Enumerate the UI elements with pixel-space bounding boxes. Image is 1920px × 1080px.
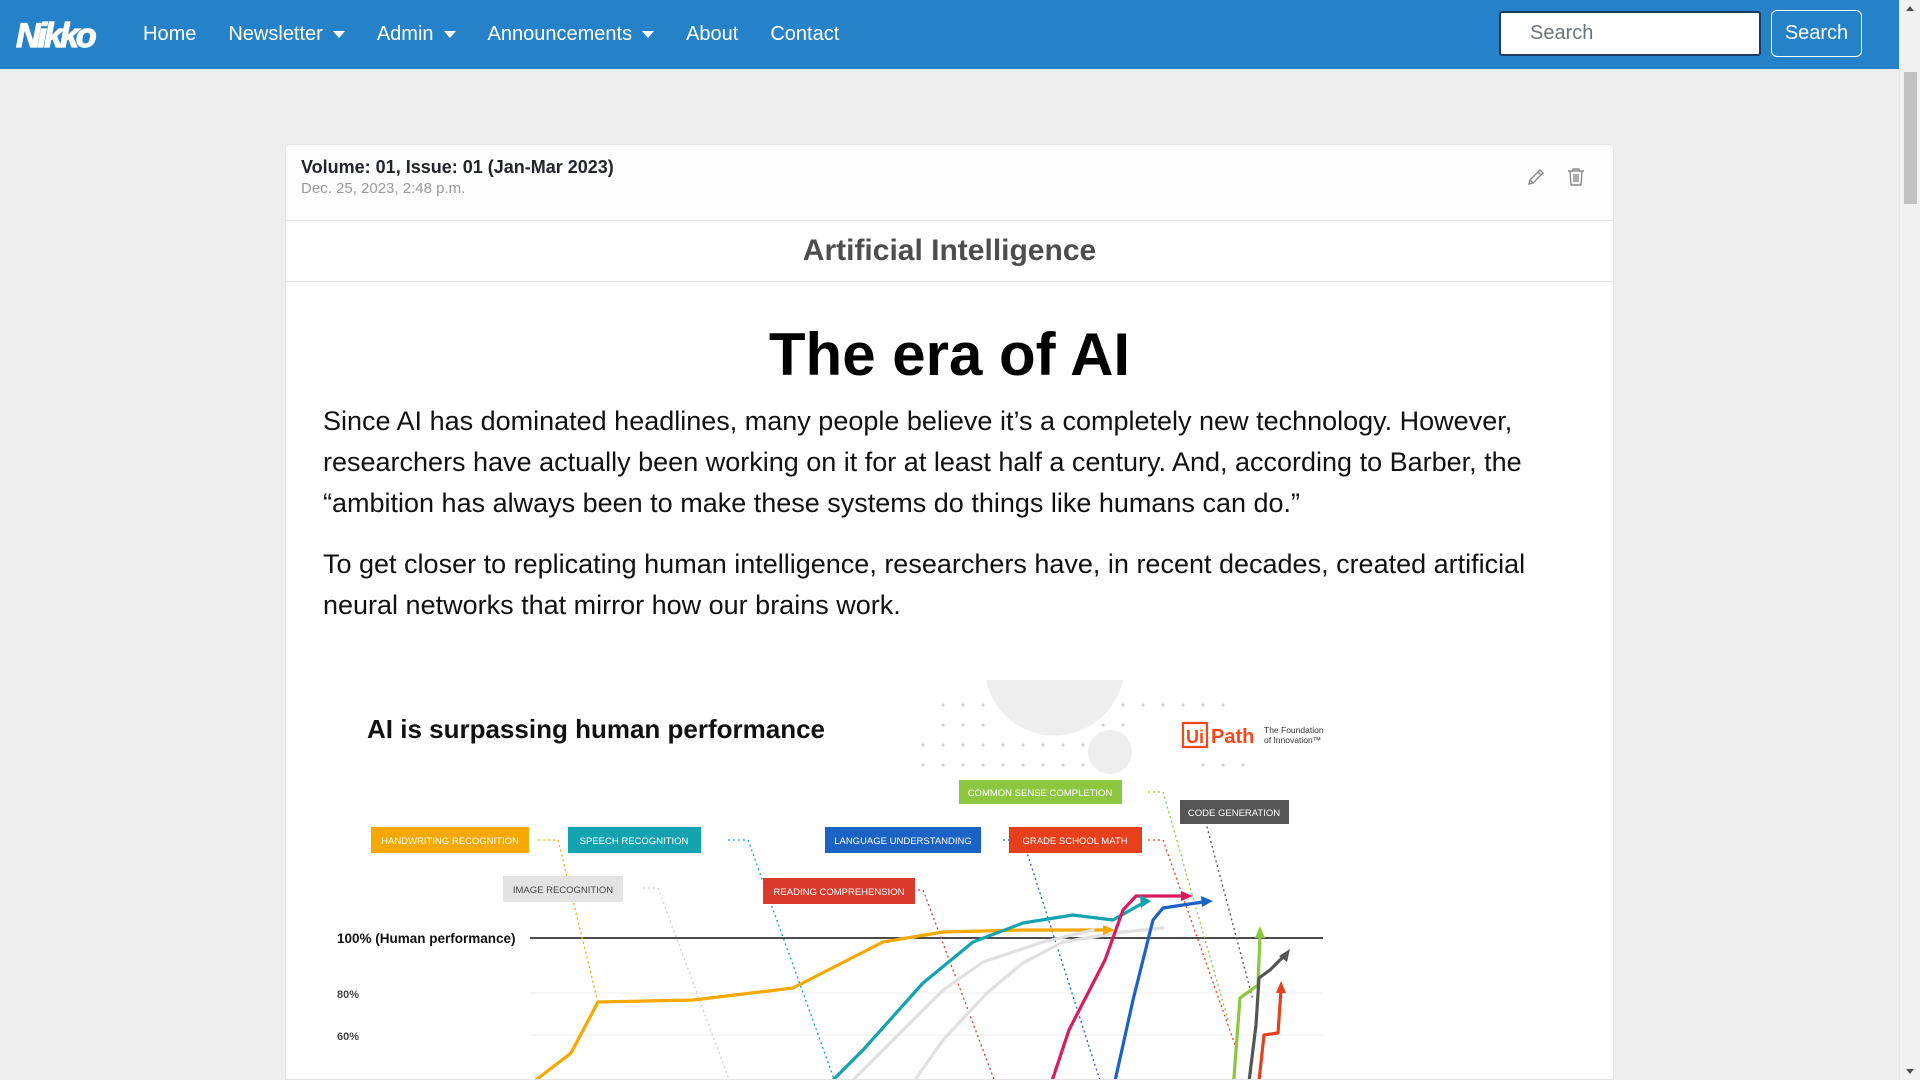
infographic-title: AI is surpassing human performance bbox=[367, 714, 825, 744]
article-body: The era of AI Since AI has dominated hea… bbox=[286, 325, 1613, 626]
search-form: Search bbox=[1499, 10, 1862, 57]
nav-admin-label[interactable]: Admin bbox=[377, 23, 434, 46]
post-card: Volume: 01, Issue: 01 (Jan-Mar 2023) Dec… bbox=[285, 144, 1614, 1080]
svg-text:The Foundation: The Foundation bbox=[1264, 725, 1323, 735]
post-actions bbox=[1525, 165, 1587, 189]
svg-text:IMAGE RECOGNITION: IMAGE RECOGNITION bbox=[513, 885, 613, 896]
decorative-circle bbox=[1088, 730, 1132, 774]
nav-about-label[interactable]: About bbox=[686, 23, 738, 46]
pencil-icon[interactable] bbox=[1525, 165, 1547, 189]
ai-performance-infographic: AI is surpassing human performance Ui Pa… bbox=[323, 680, 1324, 1079]
trash-icon[interactable] bbox=[1565, 165, 1587, 189]
nav-home-label[interactable]: Home bbox=[143, 23, 196, 46]
article-paragraph: To get closer to replicating human intel… bbox=[323, 549, 1526, 620]
nav-contact-label[interactable]: Contact bbox=[770, 23, 839, 46]
nav-newsletter-label[interactable]: Newsletter bbox=[228, 23, 322, 46]
category-title: Artificial Intelligence bbox=[802, 234, 1097, 267]
caret-down-icon[interactable] bbox=[332, 31, 345, 38]
human-performance-label: 100% (Human performance) bbox=[337, 931, 516, 946]
caret-down-icon[interactable] bbox=[642, 31, 655, 38]
svg-text:Nikko: Nikko bbox=[16, 17, 96, 54]
svg-text:of Innovation™: of Innovation™ bbox=[1264, 735, 1321, 745]
search-button[interactable]: Search bbox=[1771, 10, 1862, 57]
category-bar: Artificial Intelligence bbox=[286, 221, 1613, 282]
tick-60: 60% bbox=[337, 1031, 359, 1043]
curve-image bbox=[851, 928, 1095, 1079]
scroll-thumb[interactable] bbox=[1904, 72, 1917, 204]
nav-newsletter[interactable]: Newsletter bbox=[212, 23, 360, 46]
nav-admin[interactable]: Admin bbox=[361, 23, 472, 46]
search-input[interactable] bbox=[1499, 11, 1761, 56]
svg-text:CODE GENERATION: CODE GENERATION bbox=[1188, 808, 1280, 819]
caret-down-icon[interactable] bbox=[443, 31, 456, 38]
svg-text:GRADE SCHOOL MATH: GRADE SCHOOL MATH bbox=[1022, 836, 1127, 847]
nav-announcements-label[interactable]: Announcements bbox=[488, 23, 633, 46]
post-date: Dec. 25, 2023, 2:48 p.m. bbox=[301, 180, 466, 197]
nav-home[interactable]: Home bbox=[127, 23, 212, 46]
post-header: Volume: 01, Issue: 01 (Jan-Mar 2023) Dec… bbox=[286, 145, 1613, 221]
nav-announcements[interactable]: Announcements bbox=[472, 23, 671, 46]
article-title: The era of AI bbox=[768, 321, 1131, 388]
svg-text:HANDWRITING RECOGNITION: HANDWRITING RECOGNITION bbox=[381, 836, 519, 847]
svg-text:Ui: Ui bbox=[1186, 727, 1204, 747]
page-scrollbar[interactable] bbox=[1899, 0, 1920, 1080]
svg-text:SPEECH RECOGNITION: SPEECH RECOGNITION bbox=[580, 836, 689, 847]
tick-80: 80% bbox=[337, 989, 359, 1001]
top-navbar: Nikko Home Newsletter Admin Announcement… bbox=[0, 0, 1899, 69]
svg-text:Path: Path bbox=[1211, 726, 1254, 748]
issue-title: Volume: 01, Issue: 01 (Jan-Mar 2023) bbox=[301, 157, 614, 177]
scroll-down-icon[interactable] bbox=[1906, 1069, 1914, 1074]
article-paragraph: Since AI has dominated headlines, many p… bbox=[323, 406, 1522, 518]
scroll-up-icon[interactable] bbox=[1906, 6, 1914, 11]
svg-text:READING COMPREHENSION: READING COMPREHENSION bbox=[774, 887, 905, 898]
decorative-halfcircle bbox=[986, 680, 1123, 736]
curve-reading bbox=[1050, 894, 1185, 1079]
brand-logo[interactable]: Nikko bbox=[16, 16, 110, 54]
nav-contact[interactable]: Contact bbox=[754, 23, 855, 46]
uipath-logo: Ui Path The Foundation of Innovation™ bbox=[1181, 721, 1324, 749]
nav-about[interactable]: About bbox=[670, 23, 754, 46]
svg-text:LANGUAGE UNDERSTANDING: LANGUAGE UNDERSTANDING bbox=[834, 836, 972, 847]
svg-text:COMMON SENSE COMPLETION: COMMON SENSE COMPLETION bbox=[968, 788, 1113, 799]
nav-menu: Home Newsletter Admin Announcements Abou… bbox=[127, 23, 855, 46]
